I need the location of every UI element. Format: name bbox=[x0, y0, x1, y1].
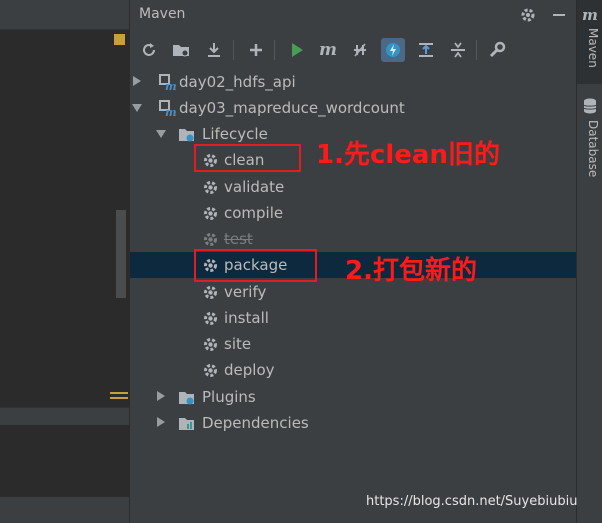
expand-arrow-icon[interactable] bbox=[157, 391, 165, 401]
editor-status-bar bbox=[0, 497, 129, 523]
annotation-step1: 1.先clean旧的 bbox=[316, 140, 500, 170]
maven-header: Maven bbox=[130, 0, 577, 30]
maven-panel: Maven m m day02_hdfs_api m day03_mapredu… bbox=[129, 0, 577, 523]
hamburger-icon[interactable] bbox=[110, 392, 128, 402]
warning-marker-icon bbox=[114, 34, 125, 45]
plugins-folder-icon bbox=[178, 389, 195, 406]
right-tool-strip: m Maven Database bbox=[576, 0, 602, 523]
gear-icon bbox=[202, 231, 219, 248]
gear-icon bbox=[202, 336, 219, 353]
goal-label: verify bbox=[224, 283, 267, 301]
tree-label: day03_mapreduce_wordcount bbox=[179, 99, 405, 117]
database-icon bbox=[583, 98, 597, 118]
minimize-icon[interactable] bbox=[550, 6, 568, 24]
add-folder-icon[interactable] bbox=[169, 38, 193, 62]
maven-project-icon: m bbox=[159, 74, 177, 93]
tree-item-dependencies[interactable]: Dependencies bbox=[130, 410, 577, 436]
annotation-step2: 2.打包新的 bbox=[345, 256, 477, 286]
tree-label: Dependencies bbox=[202, 414, 309, 432]
tree-item-project-day02[interactable]: m day02_hdfs_api bbox=[130, 69, 577, 95]
toolbar-separator bbox=[233, 40, 234, 60]
settings-wrench-icon[interactable] bbox=[485, 38, 509, 62]
goal-label: install bbox=[224, 309, 269, 327]
maven-toolbar: m bbox=[130, 35, 577, 65]
gear-icon bbox=[202, 205, 219, 222]
tab-label: Maven bbox=[586, 28, 600, 68]
watermark-text: https://blog.csdn.net/Suyebiubiu bbox=[366, 494, 578, 509]
gear-icon bbox=[202, 284, 219, 301]
tree-item-project-day03[interactable]: m day03_mapreduce_wordcount bbox=[130, 95, 577, 121]
goal-label: compile bbox=[224, 204, 284, 222]
expand-arrow-icon[interactable] bbox=[133, 76, 141, 86]
goal-label: site bbox=[224, 335, 252, 353]
panel-title: Maven bbox=[139, 6, 186, 22]
goal-label: test bbox=[224, 230, 253, 248]
maven-icon: m bbox=[582, 6, 598, 24]
toggle-offline-icon[interactable] bbox=[348, 38, 372, 62]
tab-maven[interactable]: m Maven bbox=[577, 0, 602, 84]
highlight-box-package bbox=[194, 249, 317, 282]
skip-tests-icon[interactable] bbox=[381, 38, 405, 62]
collapse-arrow-icon[interactable] bbox=[132, 104, 142, 112]
goal-validate[interactable]: validate bbox=[130, 174, 577, 200]
tree-label: Lifecycle bbox=[202, 125, 268, 143]
goal-label: validate bbox=[224, 178, 285, 196]
goal-install[interactable]: install bbox=[130, 305, 577, 331]
tree-item-plugins[interactable]: Plugins bbox=[130, 384, 577, 410]
gear-icon bbox=[202, 179, 219, 196]
download-icon[interactable] bbox=[202, 38, 226, 62]
goal-deploy[interactable]: deploy bbox=[130, 357, 577, 383]
svg-text:m: m bbox=[165, 80, 176, 91]
expand-arrow-icon[interactable] bbox=[157, 417, 165, 427]
tree-label: Plugins bbox=[202, 388, 256, 406]
gear-icon bbox=[202, 362, 219, 379]
run-icon[interactable] bbox=[285, 38, 309, 62]
reload-icon[interactable] bbox=[137, 38, 161, 62]
highlight-box-clean bbox=[194, 144, 301, 172]
maven-goal-icon[interactable]: m bbox=[316, 38, 340, 62]
goal-compile[interactable]: compile bbox=[130, 200, 577, 226]
show-dependencies-icon[interactable] bbox=[414, 38, 438, 62]
gear-icon bbox=[202, 310, 219, 327]
goal-label: deploy bbox=[224, 361, 275, 379]
toolbar-separator bbox=[274, 40, 275, 60]
editor-scrollbar[interactable] bbox=[116, 210, 126, 298]
tab-database[interactable]: Database bbox=[577, 96, 602, 180]
lifecycle-folder-icon bbox=[178, 126, 195, 143]
editor-tab-bar bbox=[0, 0, 129, 30]
add-icon[interactable] bbox=[244, 38, 268, 62]
editor-area[interactable] bbox=[0, 0, 129, 523]
collapse-icon[interactable] bbox=[446, 38, 470, 62]
toolbar-separator bbox=[476, 40, 477, 60]
maven-project-icon: m bbox=[159, 100, 177, 119]
editor-divider bbox=[0, 407, 129, 425]
collapse-arrow-icon[interactable] bbox=[156, 130, 166, 138]
dependencies-folder-icon bbox=[178, 415, 195, 432]
tab-label: Database bbox=[586, 120, 600, 178]
goal-site[interactable]: site bbox=[130, 331, 577, 357]
gear-icon[interactable] bbox=[519, 6, 537, 24]
tree-label: day02_hdfs_api bbox=[179, 73, 296, 91]
svg-text:m: m bbox=[165, 106, 176, 117]
